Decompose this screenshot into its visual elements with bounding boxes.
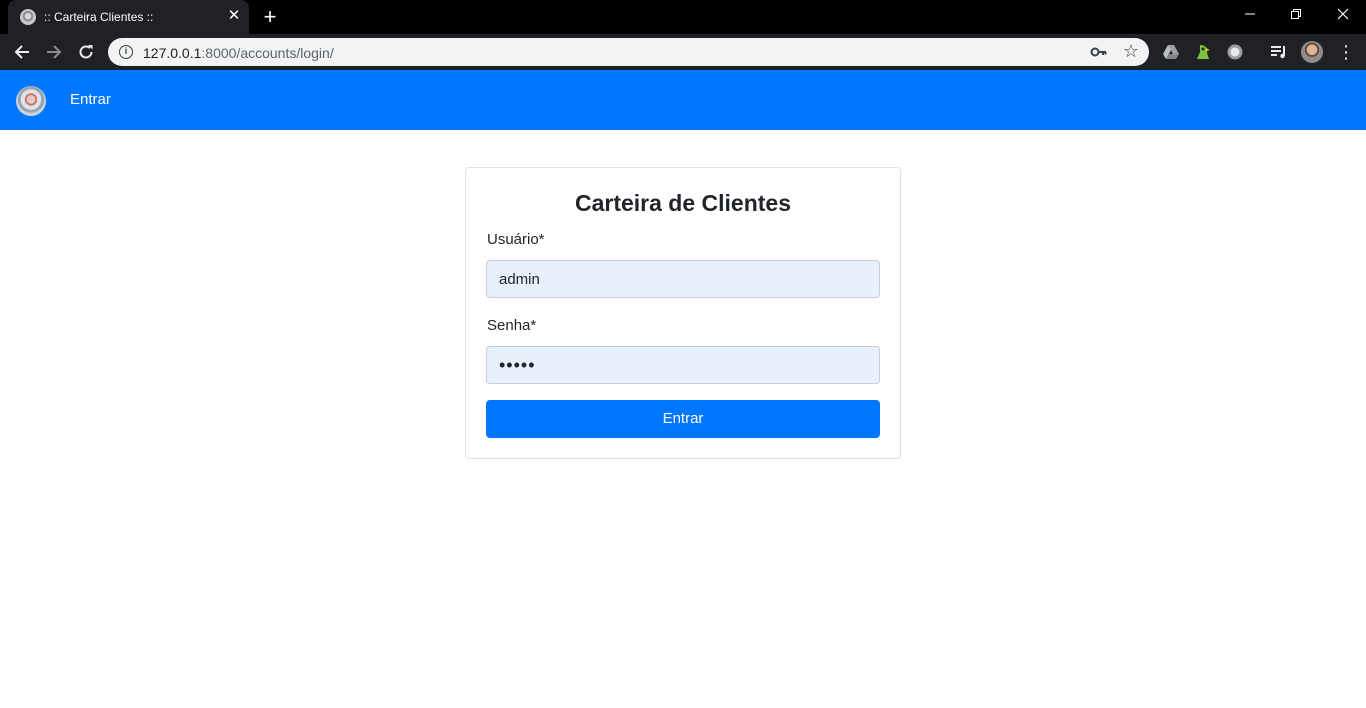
url-host: 127.0.0.1 xyxy=(143,45,202,61)
circle-extension-icon[interactable] xyxy=(1226,43,1244,61)
password-label: Senha* xyxy=(487,317,537,334)
minimize-window-button[interactable] xyxy=(1227,4,1273,28)
restore-icon xyxy=(1291,9,1301,19)
site-info-icon[interactable]: i xyxy=(119,45,133,59)
page-title: Carteira de Clientes xyxy=(574,190,792,216)
nav-link-entrar[interactable]: Entrar xyxy=(70,91,111,108)
restore-window-button[interactable] xyxy=(1273,4,1319,28)
login-submit-button[interactable]: Entrar xyxy=(486,400,880,438)
username-field[interactable] xyxy=(486,260,880,298)
back-button[interactable] xyxy=(10,40,34,64)
brand-logo[interactable] xyxy=(16,86,46,116)
tab-title: :: Carteira Clientes :: xyxy=(44,10,154,24)
forward-button[interactable] xyxy=(42,40,66,64)
parrot-extension-icon[interactable] xyxy=(1194,43,1212,61)
password-field[interactable] xyxy=(486,346,880,384)
profile-avatar[interactable] xyxy=(1301,41,1323,63)
address-bar[interactable]: i 127.0.0.1:8000/accounts/login/ ☆ xyxy=(108,38,1149,66)
media-queue-icon[interactable] xyxy=(1270,43,1288,61)
login-card: Carteira de Clientes Usuário* Senha* Ent… xyxy=(465,167,901,459)
forward-arrow-icon xyxy=(47,45,62,59)
new-tab-button[interactable]: + xyxy=(260,6,280,28)
bookmark-star-icon[interactable]: ☆ xyxy=(1122,41,1140,61)
browser-toolbar: i 127.0.0.1:8000/accounts/login/ ☆ ⋮ xyxy=(0,34,1366,70)
site-favicon-icon xyxy=(20,9,36,25)
reload-icon xyxy=(79,45,93,59)
url-text[interactable]: 127.0.0.1:8000/accounts/login/ xyxy=(143,45,334,61)
username-label: Usuário* xyxy=(487,231,545,248)
back-arrow-icon xyxy=(14,45,29,59)
tab-close-icon[interactable]: ✕ xyxy=(226,8,242,24)
key-icon[interactable] xyxy=(1090,44,1108,60)
browser-tab[interactable]: :: Carteira Clientes :: ✕ xyxy=(8,0,249,34)
minimize-icon xyxy=(1245,13,1255,15)
site-navbar: Entrar xyxy=(0,70,1366,130)
browser-tabstrip: :: Carteira Clientes :: ✕ + xyxy=(0,0,1366,34)
browser-menu-icon[interactable]: ⋮ xyxy=(1337,41,1355,63)
url-path: :8000/accounts/login/ xyxy=(201,45,334,61)
drive-extension-icon[interactable] xyxy=(1162,43,1180,61)
close-icon xyxy=(1337,8,1349,20)
reload-button[interactable] xyxy=(74,40,98,64)
close-window-button[interactable] xyxy=(1320,4,1366,28)
